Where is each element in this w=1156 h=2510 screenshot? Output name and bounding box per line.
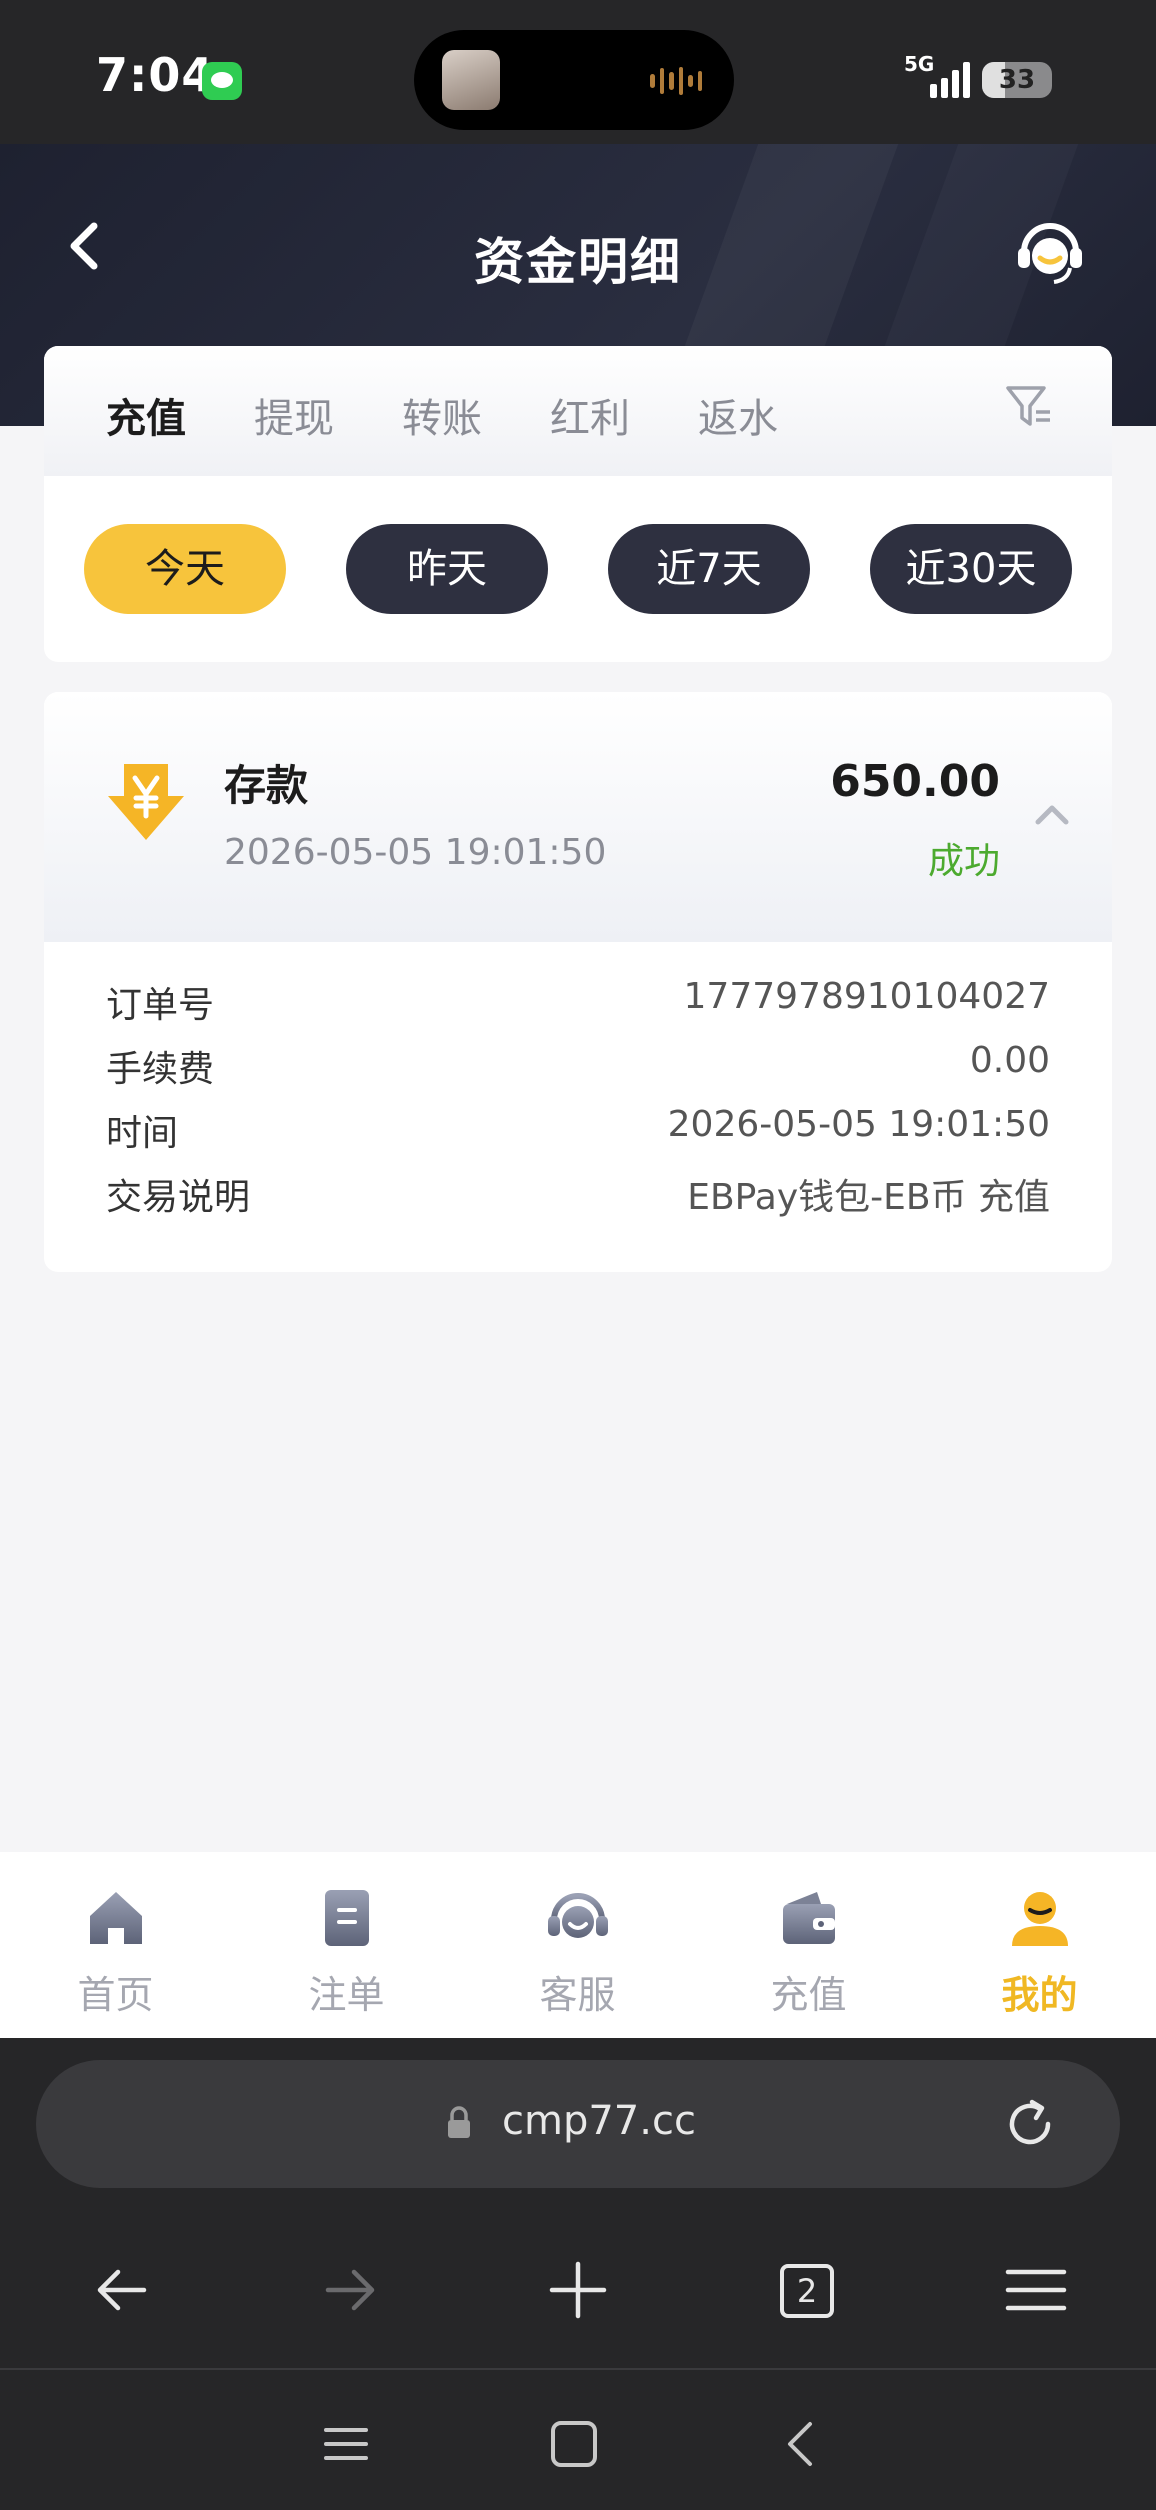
arrow-left-icon [97, 2269, 147, 2311]
battery-level: 33 [998, 65, 1036, 95]
nav-label: 我的 [1001, 1973, 1078, 2017]
tab-bonus[interactable]: 红利 [550, 386, 630, 444]
status-bar: 7:04 5G 33 [0, 0, 1156, 144]
headset-icon [1018, 223, 1082, 284]
url-text: cmp77.cc [502, 2098, 696, 2144]
bottom-nav: 首页 注单 客服 充值 我的 [0, 1852, 1156, 2038]
record-time: 2026-05-05 19:01:50 [224, 832, 607, 873]
date-filter-7days[interactable]: 近7天 [608, 524, 810, 614]
transaction-record: 存款 2026-05-05 19:01:50 650.00 成功 订单号 177… [44, 692, 1112, 1272]
status-time: 7:04 [96, 48, 215, 102]
chevron-left-icon [788, 2422, 812, 2466]
customer-service-icon [548, 1893, 608, 1938]
message-notification-icon [202, 62, 242, 100]
browser-forward-button[interactable] [318, 2258, 382, 2322]
lock-icon [448, 2106, 470, 2138]
order-number: 1777978910104027 [683, 976, 1050, 1017]
nav-service[interactable]: 客服 [462, 1852, 693, 2038]
customer-service-button[interactable] [1012, 212, 1088, 288]
browser-toolbar: cmp77.cc 2 [0, 2038, 1156, 2368]
new-tab-button[interactable] [546, 2258, 610, 2322]
fee-value: 0.00 [969, 1040, 1050, 1081]
page-title: 资金明细 [474, 233, 682, 291]
record-amount: 650.00 [830, 756, 1000, 807]
detail-row-time: 时间 2026-05-05 19:01:50 [106, 1104, 1050, 1164]
address-bar[interactable]: cmp77.cc [36, 2060, 1120, 2188]
detail-row-description: 交易说明 EBPay钱包-EB币 充值 [106, 1168, 1050, 1228]
date-filter-today[interactable]: 今天 [84, 524, 286, 614]
audio-wave-icon [650, 66, 702, 96]
status-badge: 成功 [927, 841, 1000, 882]
nav-label: 充值 [770, 1973, 847, 2017]
nav-orders[interactable]: 注单 [231, 1852, 462, 2038]
home-button[interactable] [544, 2414, 604, 2474]
media-thumbnail [442, 50, 500, 110]
recents-icon [324, 2428, 368, 2460]
hamburger-menu-icon [1005, 2269, 1067, 2311]
nav-label: 首页 [77, 1973, 154, 2017]
profile-icon [1012, 1892, 1068, 1946]
filter-button[interactable] [1004, 382, 1054, 432]
nav-home[interactable]: 首页 [0, 1852, 231, 2038]
type-tabs: 充值 提现 转账 红利 返水 [44, 346, 1112, 476]
nav-profile[interactable]: 我的 [924, 1852, 1155, 2038]
filter-card: 充值 提现 转账 红利 返水 今天 昨天 近7天 近30天 [44, 346, 1112, 662]
record-title: 存款 [224, 761, 309, 810]
battery-icon: 33 [982, 62, 1052, 98]
signal-icon [930, 60, 970, 98]
tab-count: 2 [780, 2264, 834, 2318]
record-summary[interactable]: 存款 2026-05-05 19:01:50 650.00 成功 [44, 692, 1112, 942]
browser-menu-button[interactable] [1004, 2258, 1068, 2322]
browser-back-button[interactable] [90, 2258, 154, 2322]
recents-button[interactable] [316, 2414, 376, 2474]
square-home-icon [551, 2421, 597, 2467]
detail-label: 时间 [106, 1113, 179, 1154]
filter-icon [1006, 386, 1050, 426]
detail-row-order-no: 订单号 1777978910104027 [106, 976, 1050, 1036]
time-value: 2026-05-05 19:01:50 [667, 1104, 1050, 1145]
tab-rebate[interactable]: 返水 [698, 386, 778, 444]
nav-label: 注单 [308, 1973, 385, 2017]
tab-switcher-button[interactable]: 2 [780, 2264, 844, 2328]
system-navigation [0, 2368, 1156, 2510]
description-value: EBPay钱包-EB币 充值 [687, 1177, 1050, 1218]
yen-deposit-arrow-icon [104, 760, 188, 844]
tab-transfer[interactable]: 转账 [402, 386, 482, 444]
chevron-up-icon[interactable] [1032, 798, 1072, 828]
plus-icon [549, 2261, 607, 2319]
system-back-button[interactable] [772, 2414, 832, 2474]
nav-recharge[interactable]: 充值 [693, 1852, 924, 2038]
home-icon [90, 1892, 142, 1944]
wallet-icon [783, 1892, 835, 1944]
detail-label: 交易说明 [106, 1177, 251, 1218]
arrow-right-icon [325, 2269, 375, 2311]
tab-withdraw[interactable]: 提现 [254, 386, 334, 444]
reload-icon[interactable] [1002, 2096, 1058, 2152]
nav-label: 客服 [539, 1973, 616, 2017]
date-filter-yesterday[interactable]: 昨天 [346, 524, 548, 614]
order-icon [325, 1890, 369, 1946]
date-filter-30days[interactable]: 近30天 [870, 524, 1072, 614]
detail-label: 手续费 [106, 1049, 215, 1090]
dynamic-island [414, 30, 734, 130]
tab-recharge[interactable]: 充值 [106, 386, 186, 444]
detail-label: 订单号 [106, 985, 215, 1026]
detail-row-fee: 手续费 0.00 [106, 1040, 1050, 1100]
